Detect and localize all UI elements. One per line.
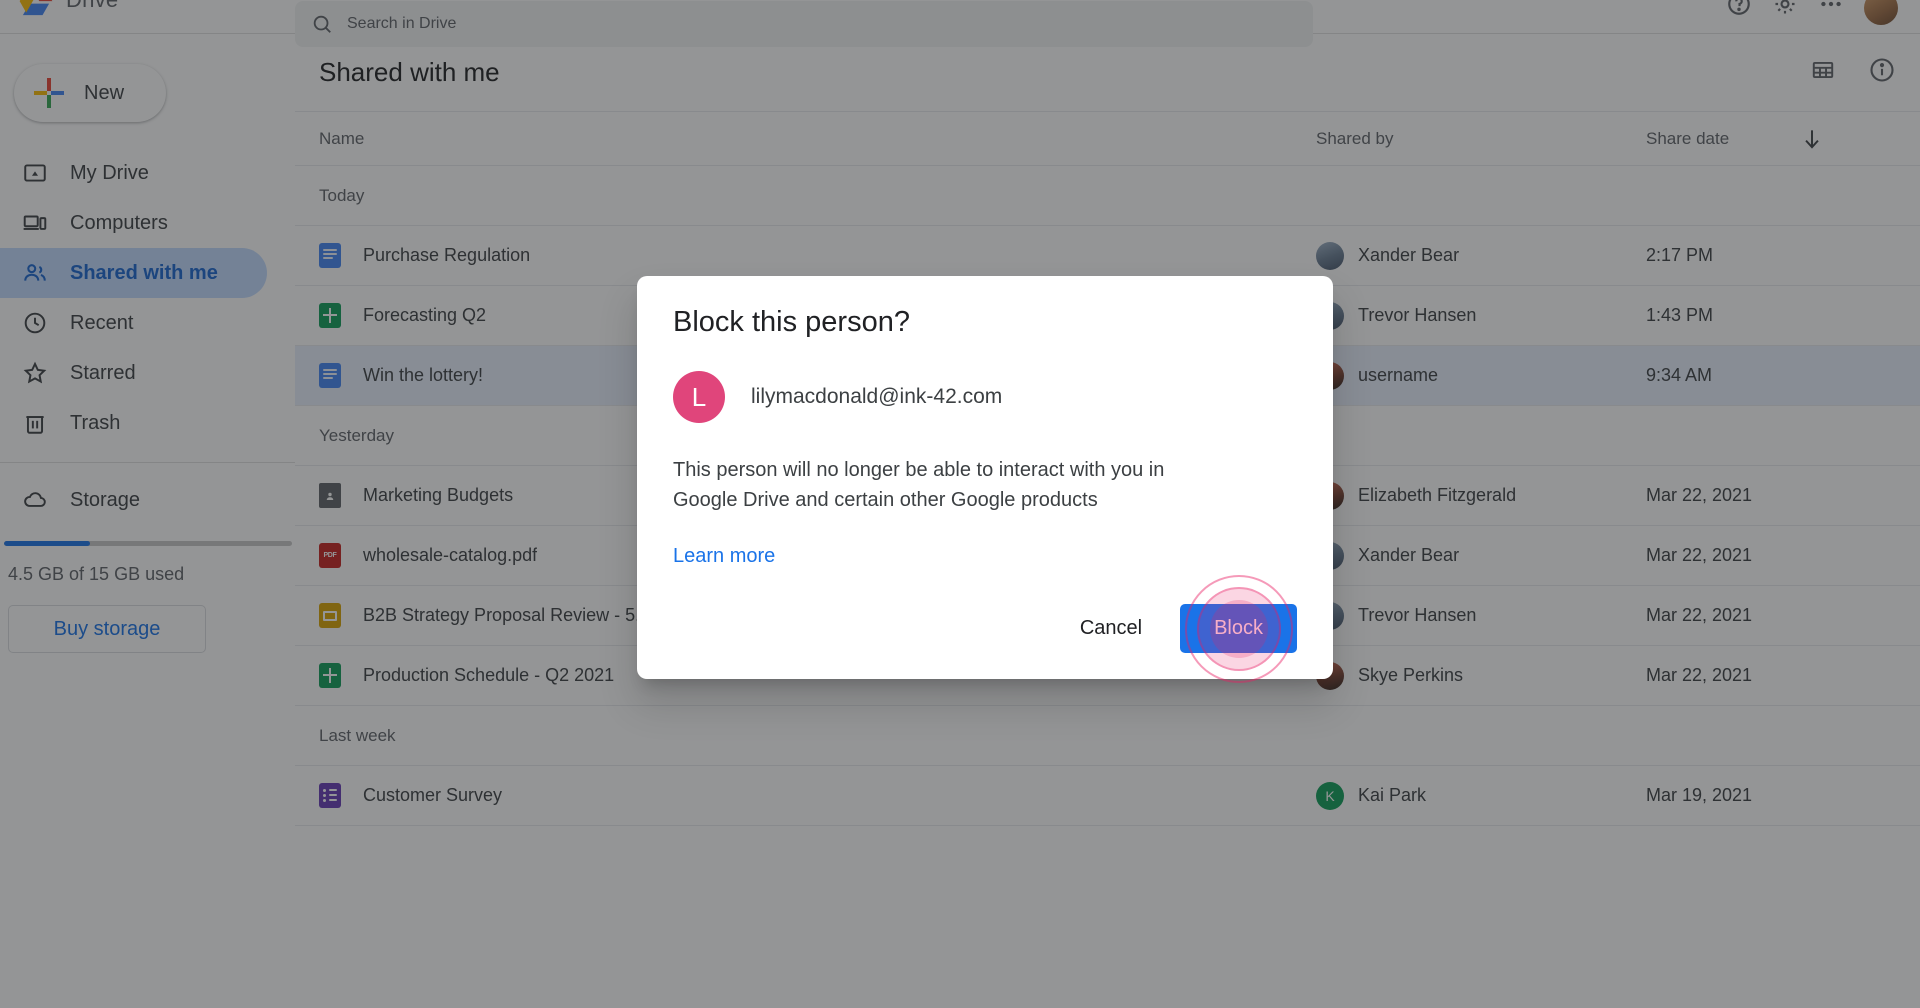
dialog-body-text: This person will no longer be able to in… [673,455,1233,515]
dialog-actions: Cancel Block [673,604,1297,653]
block-person-dialog: Block this person? L lilymacdonald@ink-4… [637,276,1333,679]
person-avatar: L [673,371,725,423]
learn-more-link[interactable]: Learn more [673,545,775,568]
block-button[interactable]: Block [1180,604,1297,653]
dialog-title: Block this person? [673,306,1297,339]
dialog-person-row: L lilymacdonald@ink-42.com [673,371,1297,423]
person-email: lilymacdonald@ink-42.com [751,385,1002,409]
block-button-wrapper: Block [1180,604,1297,653]
cancel-button[interactable]: Cancel [1068,607,1154,650]
